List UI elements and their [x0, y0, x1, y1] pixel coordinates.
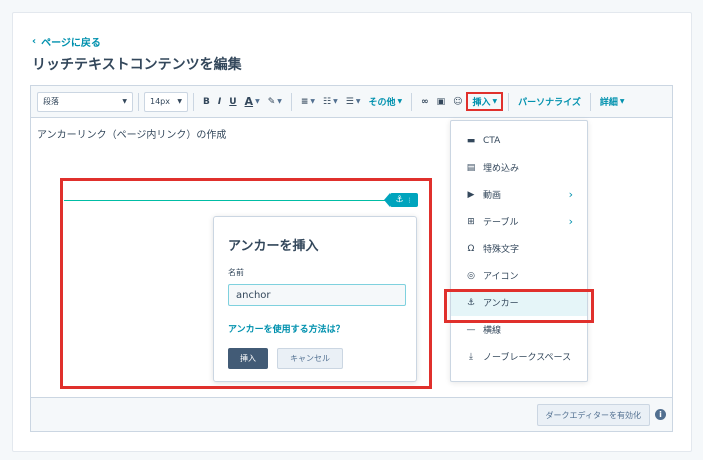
paragraph-style-value: 段落 [43, 97, 59, 106]
menu-item-label: 特殊文字 [483, 245, 520, 255]
numbered-list-button[interactable]: ☰ ▼ [346, 97, 361, 107]
italic-button[interactable]: I [218, 97, 221, 107]
menu-item-special-characters[interactable]: Ω 特殊文字 [451, 235, 587, 262]
menu-item-video[interactable]: ▶ 動画 › [451, 181, 587, 208]
emoji-button[interactable]: ☺ [453, 97, 462, 107]
menu-item-label: 埋め込み [483, 164, 520, 174]
more-label: その他 [368, 98, 396, 108]
menu-item-label: ノーブレークスペース [483, 353, 572, 363]
caret-down-icon: ▼ [355, 98, 361, 105]
caret-down-icon: ▼ [277, 98, 282, 105]
caret-down-icon: ▼ [333, 98, 338, 105]
editor-toolbar: 段落 ▼ 14px ▼ B I U A ▼ ✎ ▼ ≡ ▼ ☷ ▼ ☰ ▼ その… [31, 86, 672, 118]
toolbar-divider [508, 92, 510, 111]
info-icon[interactable]: i [655, 409, 666, 420]
personalize-button[interactable]: パーソナライズ [518, 95, 581, 108]
menu-item-cta[interactable]: ▬ CTA [451, 127, 587, 154]
caret-down-icon: ▼ [619, 98, 625, 105]
highlight-box-anchor-item [444, 289, 594, 323]
chevron-right-icon: › [568, 215, 573, 228]
table-icon: ⊞ [467, 216, 475, 227]
image-icon: ▣ [436, 96, 446, 107]
menu-item-table[interactable]: ⊞ テーブル › [451, 208, 587, 235]
insert-button[interactable]: 挿入 ▼ [466, 92, 504, 111]
caret-down-icon: ▼ [122, 98, 127, 105]
menu-item-label: テーブル [483, 218, 519, 228]
text-color-label: A [244, 95, 254, 108]
align-button[interactable]: ≡ ▼ [301, 97, 315, 107]
icon-icon: ◎ [467, 270, 475, 281]
image-button[interactable]: ▣ [437, 97, 446, 107]
bold-button[interactable]: B [203, 97, 210, 107]
omega-icon: Ω [467, 243, 475, 254]
caret-down-icon: ▼ [310, 98, 316, 105]
more-button[interactable]: その他 ▼ [368, 95, 402, 108]
bulleted-list-icon: ☷ [323, 96, 332, 107]
link-button[interactable]: ∞ [421, 97, 429, 107]
paragraph-style-select[interactable]: 段落 ▼ [37, 91, 133, 112]
numbered-list-icon: ☰ [345, 96, 354, 107]
caret-down-icon: ▼ [397, 98, 403, 105]
toolbar-divider [138, 92, 139, 111]
menu-item-label: アイコン [483, 272, 519, 282]
toolbar-divider [193, 92, 194, 111]
highlight-button[interactable]: ✎ ▼ [268, 97, 282, 107]
menu-item-icon[interactable]: ◎ アイコン [451, 262, 587, 289]
insert-label: 挿入 [472, 98, 491, 108]
toolbar-divider [411, 92, 413, 111]
embed-icon: ▤ [466, 162, 476, 173]
back-link[interactable]: ‹ ページに戻る [32, 34, 101, 49]
editor-content-text[interactable]: アンカーリンク（ページ内リンク）の作成 [37, 126, 226, 141]
insert-menu: ▬ CTA ▤ 埋め込み ▶ 動画 › ⊞ テーブル › Ω 特殊文字 ◎ アイ… [450, 120, 588, 382]
nbsp-icon: ⤓ [469, 351, 473, 362]
toolbar-divider [589, 92, 591, 111]
underline-button[interactable]: U [229, 97, 236, 107]
personalize-label: パーソナライズ [518, 98, 581, 108]
cta-icon: ▬ [466, 135, 476, 146]
page-title: リッチテキストコンテンツを編集 [32, 57, 242, 73]
bulleted-list-button[interactable]: ☷ ▼ [323, 97, 338, 107]
menu-item-nbsp[interactable]: ⤓ ノーブレークスペース [451, 343, 587, 370]
highlighter-icon: ✎ [267, 96, 276, 107]
menu-item-embed[interactable]: ▤ 埋め込み [451, 154, 587, 181]
details-label: 詳細 [599, 98, 618, 108]
caret-down-icon: ▼ [177, 98, 182, 105]
dark-editor-button[interactable]: ダークエディターを有効化 [536, 404, 650, 426]
chevron-right-icon: › [568, 188, 573, 201]
menu-item-label: 動画 [483, 191, 502, 201]
text-color-button[interactable]: A ▼ [245, 95, 260, 108]
caret-down-icon: ▼ [255, 98, 260, 105]
caret-down-icon: ▼ [492, 98, 498, 105]
menu-item-label: 横線 [483, 326, 502, 336]
emoji-icon: ☺ [453, 96, 463, 107]
align-left-icon: ≡ [300, 96, 309, 107]
details-button[interactable]: 詳細 ▼ [600, 95, 625, 108]
highlight-box-editor [60, 178, 432, 389]
link-icon: ∞ [421, 96, 429, 107]
font-size-select[interactable]: 14px ▼ [144, 91, 188, 112]
back-link-label: ページに戻る [41, 38, 101, 49]
editor-footer: ダークエディターを有効化 i [31, 397, 672, 431]
horizontal-line-icon: — [466, 324, 476, 335]
font-size-value: 14px [150, 97, 170, 106]
chevron-left-icon: ‹ [32, 36, 37, 47]
menu-item-label: CTA [483, 135, 501, 146]
video-icon: ▶ [467, 189, 475, 200]
toolbar-divider [290, 92, 292, 111]
